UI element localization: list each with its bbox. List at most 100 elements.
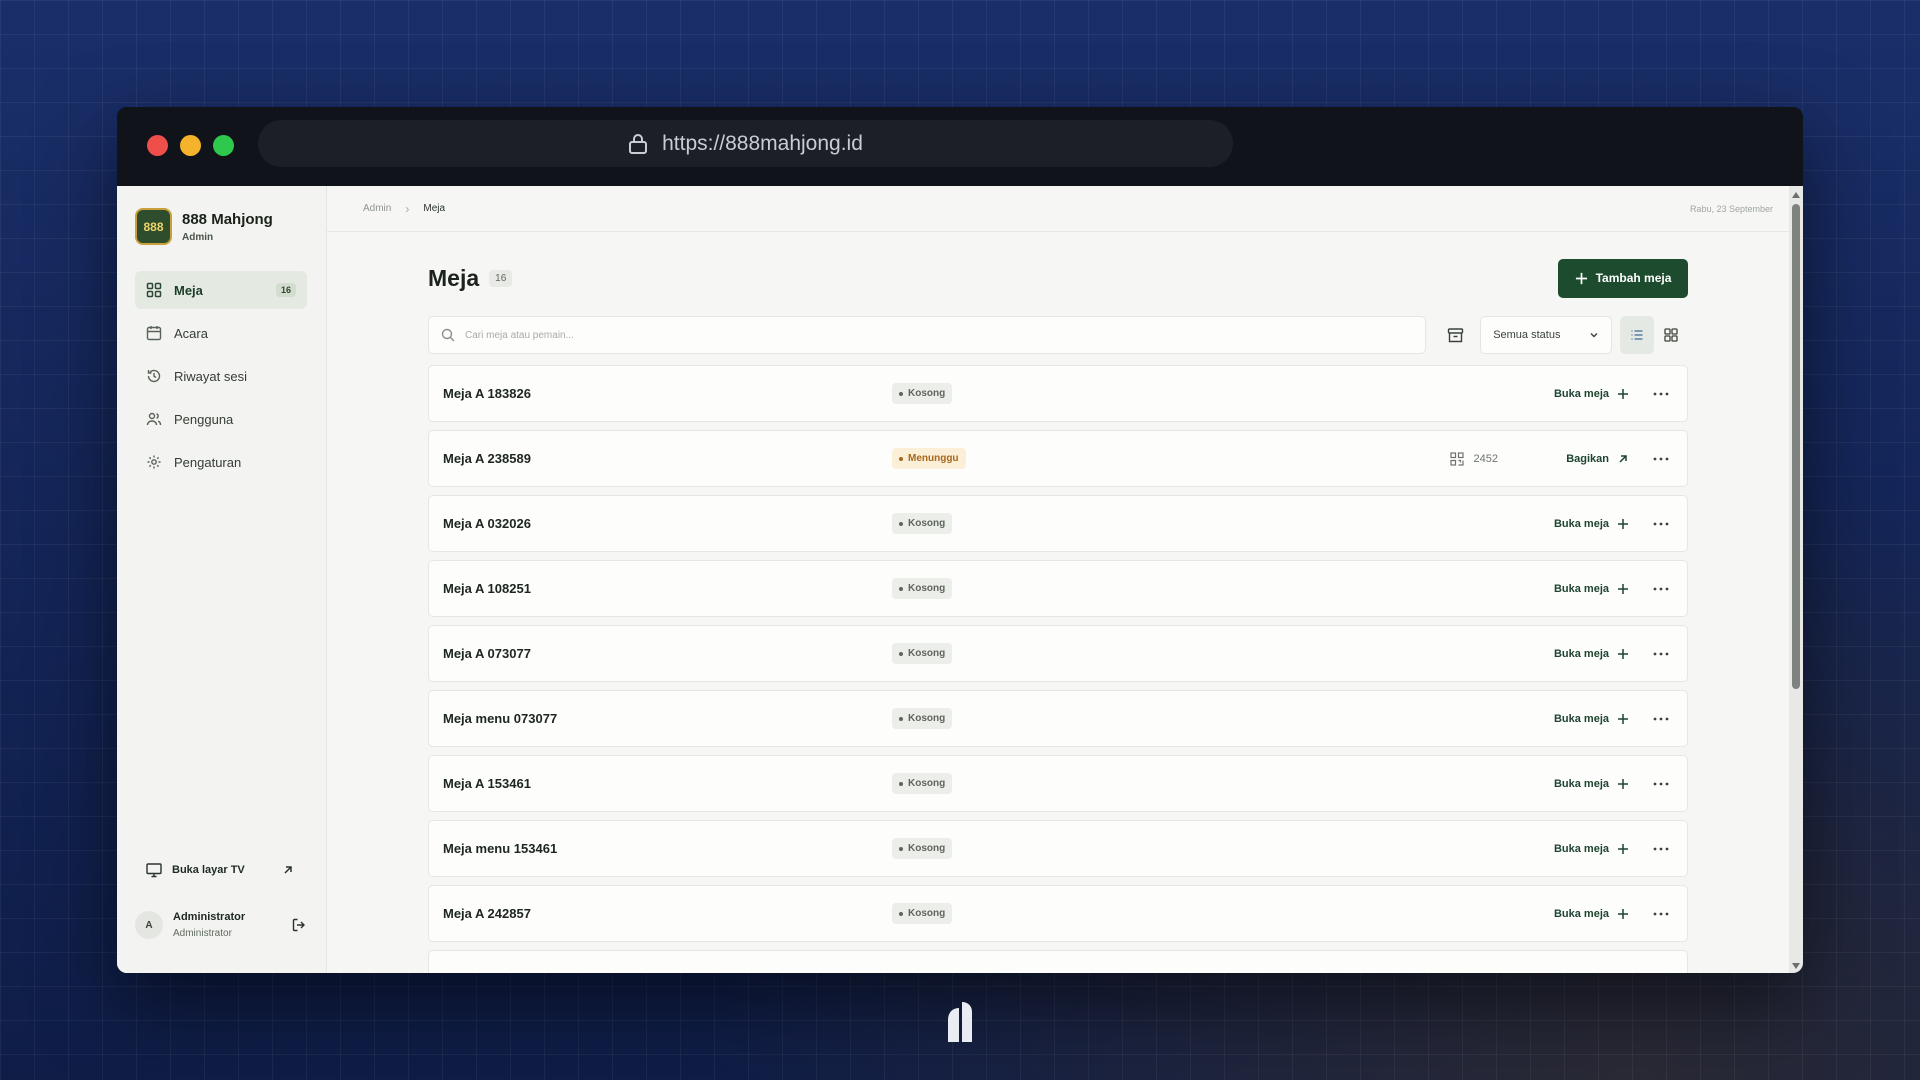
user-profile: A Administrator Administrator bbox=[135, 911, 307, 939]
status-badge: Menunggu bbox=[892, 448, 966, 469]
more-options-button[interactable] bbox=[1653, 646, 1669, 662]
plus-icon bbox=[1618, 713, 1628, 724]
status-badge: Kosong bbox=[892, 903, 953, 924]
scroll-up-arrow[interactable] bbox=[1792, 192, 1800, 198]
sidebar-item-riwayat-sesi[interactable]: Riwayat sesi bbox=[135, 357, 307, 395]
add-table-button[interactable]: Tambah meja bbox=[1558, 258, 1688, 298]
list-view-button[interactable] bbox=[1620, 316, 1654, 354]
more-options-button[interactable] bbox=[1653, 516, 1669, 532]
table-name: Meja A 073077 bbox=[443, 646, 531, 661]
status-badge: Kosong bbox=[892, 578, 953, 599]
scroll-down-arrow[interactable] bbox=[1792, 963, 1800, 969]
plus-icon bbox=[1618, 388, 1628, 399]
table-name: Meja menu 073077 bbox=[443, 711, 558, 726]
ellipsis-icon bbox=[1653, 847, 1669, 850]
status-badge: Kosong bbox=[892, 773, 953, 794]
table-row[interactable]: Meja A 108251 Kosong Buka meja bbox=[428, 560, 1688, 617]
sidebar-item-pengguna[interactable]: Pengguna bbox=[135, 400, 307, 438]
scrollbar[interactable] bbox=[1789, 186, 1803, 973]
table-row[interactable]: Meja menu 153461 Kosong Buka meja bbox=[428, 820, 1688, 877]
grid-view-button[interactable] bbox=[1654, 316, 1688, 354]
ellipsis-icon bbox=[1653, 717, 1669, 720]
breadcrumb-admin[interactable]: Admin bbox=[363, 203, 391, 214]
archive-button[interactable] bbox=[1436, 316, 1474, 354]
open-table-button[interactable]: Buka meja bbox=[1554, 778, 1629, 790]
view-toggle bbox=[1620, 316, 1688, 354]
table-row[interactable]: Meja A 073077 Kosong Buka meja bbox=[428, 625, 1688, 682]
status-badge: Kosong bbox=[892, 838, 953, 859]
open-tv-screen-link[interactable]: Buka layar TV bbox=[146, 862, 296, 878]
sidebar-item-label: Riwayat sesi bbox=[174, 368, 247, 384]
action-label: Buka meja bbox=[1553, 907, 1609, 920]
brand: 888 888 Mahjong Admin bbox=[135, 208, 273, 245]
table-row[interactable]: Meja A 153461 Kosong Buka meja bbox=[428, 755, 1688, 812]
more-options-button[interactable] bbox=[1653, 711, 1669, 727]
ellipsis-icon bbox=[1653, 457, 1669, 460]
table-name: Meja menu 153461 bbox=[443, 841, 558, 856]
maximize-window-button[interactable] bbox=[213, 135, 234, 156]
chevron-down-icon bbox=[1590, 333, 1598, 338]
search-box[interactable] bbox=[428, 316, 1427, 354]
scrollbar-thumb[interactable] bbox=[1792, 204, 1800, 689]
brand-logo: 888 bbox=[135, 208, 172, 245]
grid-icon bbox=[146, 282, 162, 298]
status-badge: Kosong bbox=[892, 513, 953, 534]
table-row[interactable]: Meja menu 073077 Kosong Buka meja bbox=[428, 690, 1688, 747]
status-badge: Kosong bbox=[892, 708, 953, 729]
table-row[interactable]: Meja A 238589 Menunggu 2452 Bagikan bbox=[428, 430, 1688, 487]
minimize-window-button[interactable] bbox=[180, 135, 201, 156]
ellipsis-icon bbox=[1653, 912, 1669, 915]
list-icon bbox=[1631, 330, 1643, 340]
table-row[interactable]: Meja A 183826 Kosong Buka meja bbox=[428, 365, 1688, 422]
browser-window: https://888mahjong.id 888 888 Mahjong Ad… bbox=[117, 107, 1803, 973]
open-table-button[interactable]: Buka meja bbox=[1554, 908, 1629, 920]
logout-icon[interactable] bbox=[291, 917, 307, 933]
address-bar[interactable]: https://888mahjong.id bbox=[258, 120, 1233, 167]
more-options-button[interactable] bbox=[1653, 776, 1669, 792]
more-options-button[interactable] bbox=[1653, 841, 1669, 857]
close-window-button[interactable] bbox=[147, 135, 168, 156]
table-name: Meja A 183826 bbox=[443, 386, 531, 401]
avatar: A bbox=[135, 911, 163, 939]
open-table-button[interactable]: Buka meja bbox=[1554, 518, 1629, 530]
search-input[interactable] bbox=[465, 329, 1414, 341]
sidebar-item-pengaturan[interactable]: Pengaturan bbox=[135, 443, 307, 481]
sidebar-item-meja[interactable]: Meja 16 bbox=[135, 271, 307, 309]
more-options-button[interactable] bbox=[1653, 451, 1669, 467]
status-badge: Kosong bbox=[892, 643, 953, 664]
ellipsis-icon bbox=[1653, 522, 1669, 525]
action-label: Buka meja bbox=[1553, 712, 1609, 725]
watermark-logo bbox=[948, 1002, 972, 1042]
more-options-button[interactable] bbox=[1653, 581, 1669, 597]
action-label: Buka meja bbox=[1553, 647, 1609, 660]
chevron-right-icon: › bbox=[405, 201, 410, 216]
plus-icon bbox=[1618, 583, 1628, 594]
sidebar-item-label: Meja bbox=[174, 282, 203, 298]
open-table-button[interactable]: Buka meja bbox=[1554, 583, 1629, 595]
table-name: Meja A 153461 bbox=[443, 776, 531, 791]
table-row-partial[interactable] bbox=[428, 950, 1688, 973]
ellipsis-icon bbox=[1653, 782, 1669, 785]
breadcrumb-current: Meja bbox=[423, 203, 446, 214]
url-text: https://888mahjong.id bbox=[662, 131, 863, 155]
open-table-button[interactable]: Buka meja bbox=[1554, 843, 1629, 855]
open-table-button[interactable]: Buka meja bbox=[1554, 388, 1629, 400]
open-table-button[interactable]: Buka meja bbox=[1554, 713, 1629, 725]
tables-panel: Meja 16 Tambah meja Cari meja atau pemai… bbox=[428, 258, 1688, 973]
table-name: Meja A 238589 bbox=[443, 451, 531, 466]
open-table-button[interactable]: Buka meja bbox=[1554, 648, 1629, 660]
status-filter-select[interactable]: Semua status bbox=[1480, 316, 1612, 354]
sidebar-item-label: Acara bbox=[174, 325, 208, 341]
table-row[interactable]: Meja A 032026 Kosong Buka meja bbox=[428, 495, 1688, 552]
add-table-label: Tambah meja bbox=[1595, 271, 1672, 285]
history-icon bbox=[147, 369, 161, 383]
calendar-icon bbox=[146, 326, 162, 341]
more-options-button[interactable] bbox=[1653, 386, 1669, 402]
more-options-button[interactable] bbox=[1653, 906, 1669, 922]
table-row[interactable]: Meja A 242857 Kosong Buka meja bbox=[428, 885, 1688, 942]
share-button[interactable]: Bagikan bbox=[1566, 453, 1629, 465]
sidebar-item-acara[interactable]: Acara bbox=[135, 314, 307, 352]
search-icon bbox=[441, 328, 455, 342]
table-list: Meja A 183826 Kosong Buka meja Meja A 23… bbox=[428, 365, 1688, 973]
grid-icon bbox=[1664, 328, 1678, 342]
